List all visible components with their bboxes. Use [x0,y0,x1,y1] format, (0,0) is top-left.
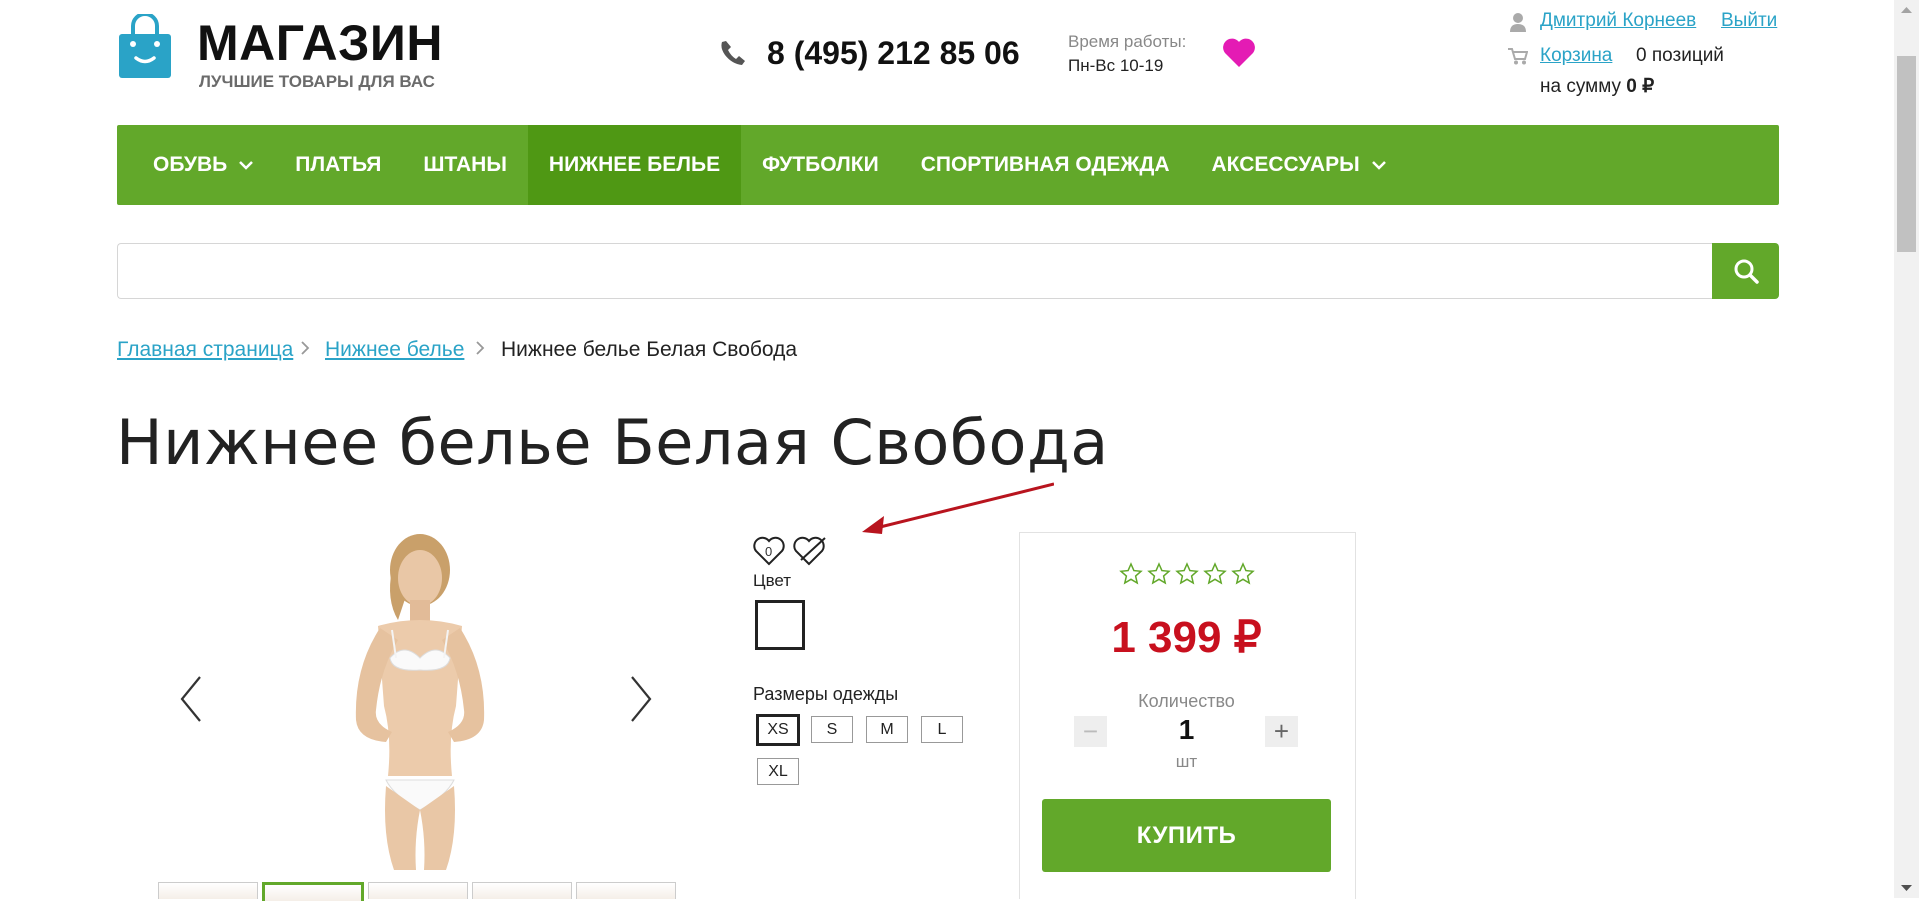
size-option-xs[interactable]: XS [756,714,800,746]
phone-number[interactable]: 8 (495) 212 85 06 [767,35,1020,72]
star-icon[interactable] [1231,562,1255,586]
size-option-l[interactable]: L [921,716,963,743]
search-button[interactable] [1712,243,1779,299]
star-icon[interactable] [1203,562,1227,586]
color-label: Цвет [753,571,792,590]
cart-sum: на сумму 0 ₽ [1540,75,1654,98]
gallery-prev-arrow[interactable] [178,674,204,724]
nav-item-label: ПЛАТЬЯ [295,153,382,176]
remove-from-wishlist-heart-icon[interactable] [792,534,828,568]
wishlist-heart-icon[interactable] [1222,36,1256,68]
product-price: 1 399 ₽ [1111,613,1262,662]
gallery-thumbnail[interactable] [472,882,572,899]
gallery-thumbnail[interactable] [368,882,468,899]
search-icon [1734,259,1759,284]
quantity-label: Количество [1138,691,1235,711]
nav-item-dresses[interactable]: ПЛАТЬЯ [274,125,402,205]
quantity-value[interactable]: 1 [1019,714,1354,746]
product-photo[interactable] [300,530,540,870]
working-hours-value: Пн-Вс 10-19 [1068,56,1164,75]
scrollbar-thumb[interactable] [1897,56,1916,252]
breadcrumb-current: Нижнее белье Белая Свобода [501,338,798,361]
working-hours-label: Время работы: [1068,32,1187,51]
user-icon [1510,13,1526,32]
cart-sum-value: 0 ₽ [1626,76,1655,97]
star-icon[interactable] [1119,562,1143,586]
gallery-thumbnails [158,882,676,901]
rating-stars[interactable] [1119,562,1255,586]
nav-item-label: ФУТБОЛКИ [762,153,879,176]
logout-link[interactable]: Выйти [1721,10,1777,32]
sizes-label: Размеры одежды [753,684,899,704]
scroll-down-arrow-icon[interactable] [1900,884,1913,892]
nav-item-tshirts[interactable]: ФУТБОЛКИ [741,125,900,205]
color-swatch-white[interactable] [755,600,805,650]
breadcrumb-category[interactable]: Нижнее белье [325,338,464,362]
page-title: Нижнее белье Белая Свобода [116,406,1109,479]
gallery-thumbnail[interactable] [158,882,258,899]
nav-item-label: СПОРТИВНАЯ ОДЕЖДА [920,153,1170,176]
wishlist-count: 0 [765,544,773,559]
nav-item-label: ШТАНЫ [423,153,507,176]
star-icon[interactable] [1147,562,1171,586]
nav-item-label: АКСЕССУАРЫ [1211,153,1360,176]
nav-item-accessories[interactable]: АКСЕССУАРЫ [1191,125,1407,205]
cart-item-count: 0 позиций [1636,45,1724,66]
logo-title[interactable]: МАГАЗИН [197,14,443,72]
chevron-down-icon [239,161,254,170]
gallery-thumbnail[interactable] [576,882,676,899]
chevron-right-icon [301,341,310,355]
nav-item-underwear[interactable]: НИЖНЕЕ БЕЛЬЕ [527,125,742,205]
search-input[interactable] [117,243,1713,299]
nav-item-sportswear[interactable]: СПОРТИВНАЯ ОДЕЖДА [900,125,1191,205]
buy-button[interactable]: КУПИТЬ [1042,799,1331,872]
gallery-thumbnail[interactable] [262,882,364,901]
size-option-m[interactable]: M [866,716,908,743]
gallery-next-arrow[interactable] [628,674,654,724]
quantity-increase-button[interactable]: + [1265,716,1298,747]
phone-icon [721,41,745,65]
star-icon[interactable] [1175,562,1199,586]
user-profile-link[interactable]: Дмитрий Корнеев [1540,10,1696,32]
nav-item-label: НИЖНЕЕ БЕЛЬЕ [548,153,721,176]
breadcrumb-home[interactable]: Главная страница [117,338,293,362]
logo-subtitle: ЛУЧШИЕ ТОВАРЫ ДЛЯ ВАС [199,72,435,91]
nav-item-pants[interactable]: ШТАНЫ [402,125,528,205]
main-navigation: ОБУВЬ ПЛАТЬЯ ШТАНЫ НИЖНЕЕ БЕЛЬЕ ФУТБОЛКИ… [117,125,1779,205]
scroll-up-arrow-icon[interactable] [1900,6,1913,14]
chevron-right-icon [476,341,485,355]
nav-item-label: ОБУВЬ [153,153,228,176]
shopping-bag-logo-icon[interactable] [116,14,174,80]
size-option-xl[interactable]: XL [757,758,799,785]
cart-sum-prefix: на сумму [1540,76,1621,97]
annotation-arrow-icon [862,482,1054,534]
cart-link[interactable]: Корзина [1540,45,1612,67]
nav-item-shoes[interactable]: ОБУВЬ [117,125,274,205]
chevron-down-icon [1371,161,1386,170]
size-option-s[interactable]: S [811,716,853,743]
cart-icon [1508,48,1528,65]
quantity-unit: шт [1175,752,1198,771]
